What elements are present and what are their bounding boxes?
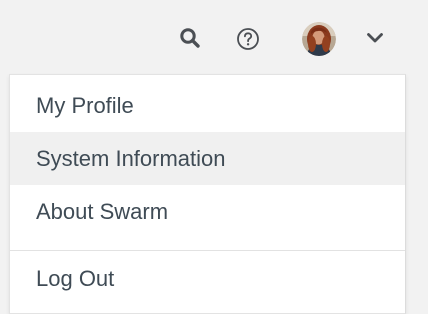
menu-item-my-profile[interactable]: My Profile — [10, 79, 405, 132]
menu-item-log-out[interactable]: Log Out — [10, 251, 405, 307]
chevron-down-icon — [367, 33, 383, 43]
menu-item-label: About Swarm — [36, 198, 169, 224]
search-button[interactable] — [178, 26, 202, 50]
user-dropdown-menu: My Profile System Information About Swar… — [9, 74, 406, 314]
menu-item-about-swarm[interactable]: About Swarm — [10, 185, 405, 238]
menu-item-label: My Profile — [36, 92, 134, 118]
menu-item-label: Log Out — [36, 266, 115, 291]
top-bar — [0, 0, 428, 74]
help-button[interactable] — [235, 26, 261, 52]
user-menu-toggle[interactable] — [364, 28, 386, 48]
help-icon — [237, 28, 259, 50]
menu-item-label: System Information — [36, 145, 226, 171]
avatar[interactable] — [302, 22, 336, 56]
search-icon — [180, 28, 200, 48]
user-avatar-icon — [302, 22, 336, 56]
menu-item-system-information[interactable]: System Information — [10, 132, 405, 185]
